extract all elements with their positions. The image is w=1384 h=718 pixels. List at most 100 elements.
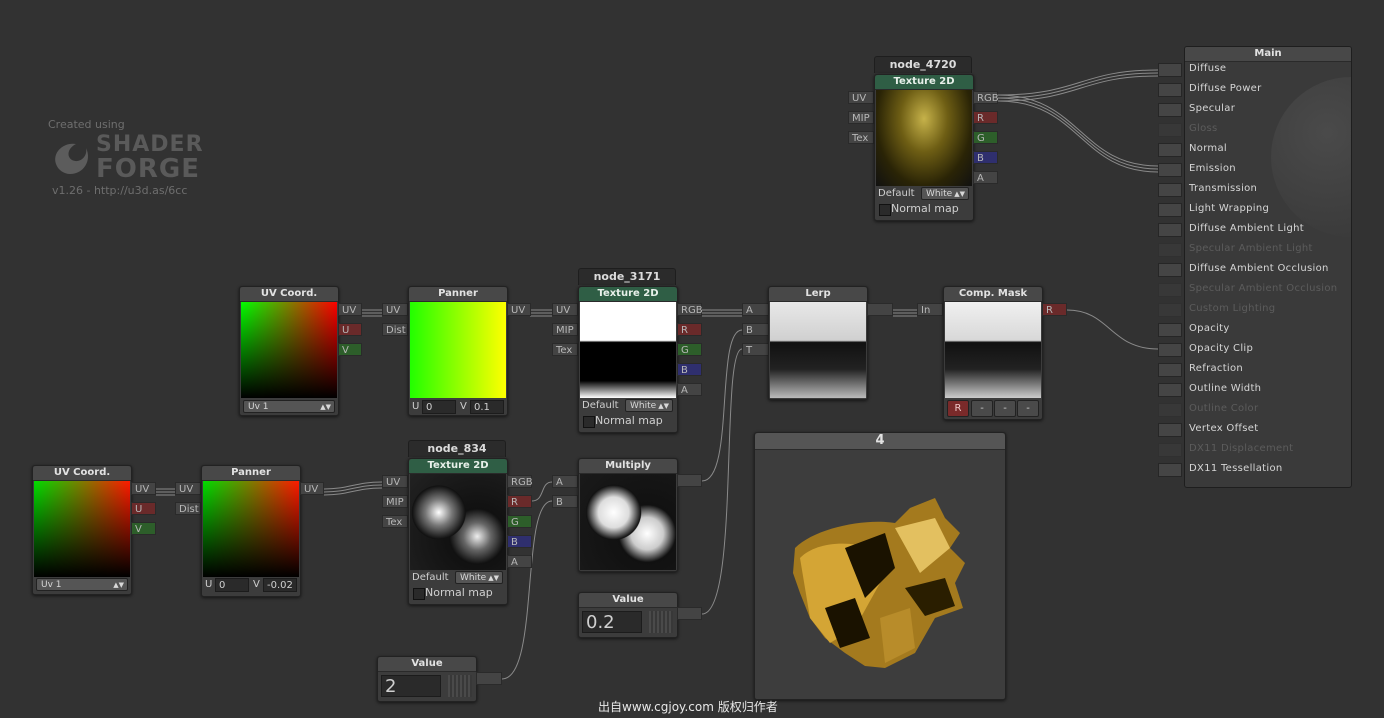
panner-b-input-dist[interactable]: Dist (175, 502, 201, 515)
main-input-pin[interactable] (1158, 203, 1182, 217)
main-input-pin[interactable] (1158, 83, 1182, 97)
main-input-pin[interactable] (1158, 463, 1182, 477)
main-input-pin[interactable] (1158, 383, 1182, 397)
value-b-drag-grip[interactable] (448, 675, 472, 697)
uv-channel-dropdown[interactable]: Uv 1 ▲▼ (243, 400, 335, 413)
multiply-node[interactable]: Multiply (578, 458, 678, 572)
main-input-row[interactable]: Vertex Offset (1158, 420, 1350, 440)
panner-a-output-uv[interactable]: UV (507, 303, 531, 316)
tex3171-normal-map-checkbox[interactable] (583, 416, 595, 428)
lerp-input-a[interactable]: A (742, 303, 769, 316)
panner-v-field[interactable]: 0.1 (470, 400, 504, 414)
texture-2d-node-4720[interactable]: Texture 2D Default White ▲▼ Normal map (874, 74, 974, 221)
value-node-a[interactable]: Value 0.2 (578, 592, 678, 638)
tex834-output-g[interactable]: G (507, 515, 532, 528)
comp-mask-a-button[interactable]: - (1017, 400, 1039, 417)
lerp-input-t[interactable]: T (742, 343, 769, 356)
main-input-row[interactable]: Specular Ambient Light (1158, 240, 1350, 260)
main-input-pin[interactable] (1158, 63, 1182, 77)
main-input-row[interactable]: Gloss (1158, 120, 1350, 140)
main-input-row[interactable]: Transmission (1158, 180, 1350, 200)
main-input-row[interactable]: Diffuse (1158, 60, 1350, 80)
comp-mask-output-r[interactable]: R (1042, 303, 1067, 316)
main-input-pin[interactable] (1158, 163, 1182, 177)
panner-a-input-dist[interactable]: Dist (382, 323, 408, 336)
uv-coord-a-output-uv[interactable]: UV (338, 303, 362, 316)
uv-coord-node-b[interactable]: UV Coord. Uv 1 ▲▼ (32, 465, 132, 595)
uv-coord-a-output-v[interactable]: V (338, 343, 362, 356)
main-input-row[interactable]: Outline Color (1158, 400, 1350, 420)
panner-node-b[interactable]: Panner U 0 V -0.02 (201, 465, 301, 597)
tex4720-output-r[interactable]: R (973, 111, 998, 124)
main-input-pin[interactable] (1158, 423, 1182, 437)
lerp-output[interactable] (867, 303, 893, 316)
main-input-pin[interactable] (1158, 303, 1182, 317)
main-input-row[interactable]: Opacity Clip (1158, 340, 1350, 360)
uv-coord-b-output-uv[interactable]: UV (131, 482, 156, 495)
uv-coord-b-output-v[interactable]: V (131, 522, 156, 535)
panner-node-a[interactable]: Panner U 0 V 0.1 (408, 286, 508, 416)
comp-mask-input-in[interactable]: In (917, 303, 943, 316)
tex834-input-mip[interactable]: MIP (382, 495, 408, 508)
main-input-row[interactable]: Specular Ambient Occlusion (1158, 280, 1350, 300)
main-input-row[interactable]: Outline Width (1158, 380, 1350, 400)
tex834-normal-map-checkbox[interactable] (413, 588, 425, 600)
main-input-pin[interactable] (1158, 143, 1182, 157)
tex3171-output-b[interactable]: B (677, 363, 702, 376)
main-input-pin[interactable] (1158, 283, 1182, 297)
comp-mask-r-button[interactable]: R (947, 400, 969, 417)
tex3171-output-r[interactable]: R (677, 323, 702, 336)
panner-u-field[interactable]: 0 (215, 578, 249, 592)
texture-2d-node-834[interactable]: Texture 2D Default White ▲▼ Normal map (408, 458, 508, 605)
tex4720-normal-map-checkbox[interactable] (879, 204, 891, 216)
preview-window[interactable]: 4 (754, 432, 1006, 700)
lerp-input-b[interactable]: B (742, 323, 769, 336)
tex4720-output-g[interactable]: G (973, 131, 998, 144)
tex834-output-b[interactable]: B (507, 535, 532, 548)
main-input-row[interactable]: DX11 Tessellation (1158, 460, 1350, 480)
tex3171-input-uv[interactable]: UV (552, 303, 578, 316)
main-input-row[interactable]: Diffuse Ambient Light (1158, 220, 1350, 240)
tex834-output-r[interactable]: R (507, 495, 532, 508)
panner-v-field[interactable]: -0.02 (263, 578, 297, 592)
texture-2d-node-3171[interactable]: Texture 2D Default White ▲▼ Normal map (578, 286, 678, 433)
tex4720-default-dropdown[interactable]: White ▲▼ (921, 187, 969, 200)
multiply-input-b[interactable]: B (552, 495, 578, 508)
uv-coord-node-a[interactable]: UV Coord. Uv 1 ▲▼ (239, 286, 339, 416)
value-node-b[interactable]: Value 2 (377, 656, 477, 702)
main-input-row[interactable]: Emission (1158, 160, 1350, 180)
panner-b-input-uv[interactable]: UV (175, 482, 201, 495)
panner-u-field[interactable]: 0 (422, 400, 456, 414)
main-input-row[interactable]: Diffuse Ambient Occlusion (1158, 260, 1350, 280)
main-input-pin[interactable] (1158, 443, 1182, 457)
main-input-row[interactable]: DX11 Displacement (1158, 440, 1350, 460)
main-input-pin[interactable] (1158, 363, 1182, 377)
main-input-row[interactable]: Opacity (1158, 320, 1350, 340)
main-input-pin[interactable] (1158, 103, 1182, 117)
tex4720-input-mip[interactable]: MIP (848, 111, 874, 124)
main-input-pin[interactable] (1158, 263, 1182, 277)
main-input-pin[interactable] (1158, 183, 1182, 197)
lerp-node[interactable]: Lerp (768, 286, 868, 400)
tex3171-output-g[interactable]: G (677, 343, 702, 356)
comp-mask-b-button[interactable]: - (994, 400, 1016, 417)
uv-channel-dropdown[interactable]: Uv 1 ▲▼ (36, 578, 128, 591)
main-input-row[interactable]: Diffuse Power (1158, 80, 1350, 100)
value-b-field[interactable]: 2 (381, 675, 441, 697)
panner-a-input-uv[interactable]: UV (382, 303, 408, 316)
value-b-output[interactable] (476, 672, 502, 685)
uv-coord-a-output-u[interactable]: U (338, 323, 362, 336)
main-input-row[interactable]: Light Wrapping (1158, 200, 1350, 220)
main-input-row[interactable]: Refraction (1158, 360, 1350, 380)
main-input-pin[interactable] (1158, 223, 1182, 237)
tex3171-input-tex[interactable]: Tex (552, 343, 578, 356)
tex4720-input-tex[interactable]: Tex (848, 131, 874, 144)
tex3171-output-rgb[interactable]: RGB (677, 303, 703, 316)
tex4720-output-a[interactable]: A (973, 171, 998, 184)
comp-mask-node[interactable]: Comp. Mask R - - - (943, 286, 1043, 420)
tex834-output-a[interactable]: A (507, 555, 532, 568)
main-input-pin[interactable] (1158, 403, 1182, 417)
value-a-output[interactable] (677, 607, 702, 620)
value-a-field[interactable]: 0.2 (582, 611, 642, 633)
main-input-row[interactable]: Specular (1158, 100, 1350, 120)
